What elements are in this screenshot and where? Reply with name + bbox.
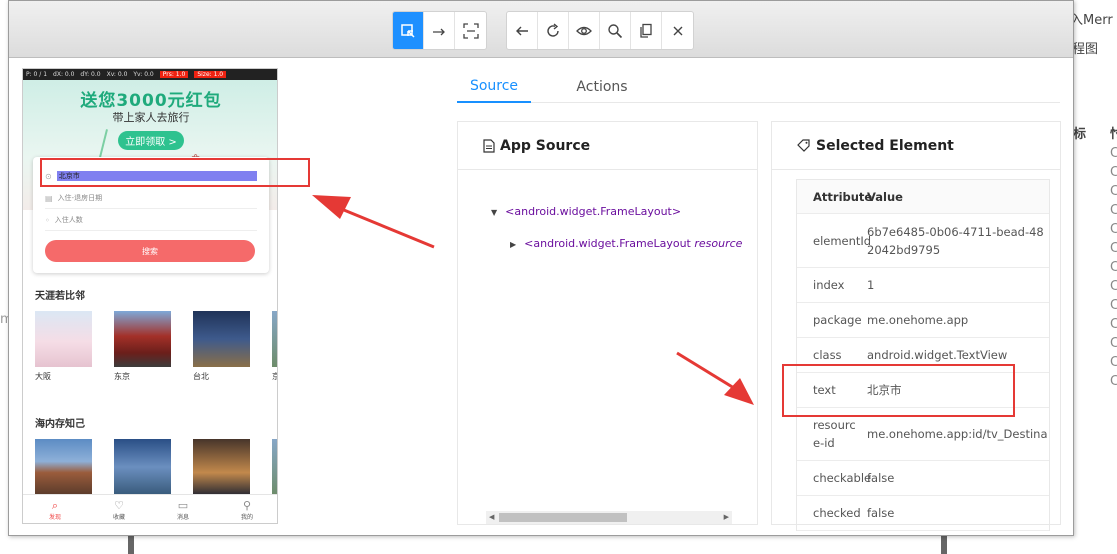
- background-list-marker: C: [1110, 298, 1117, 313]
- background-column-header-2: 忖: [1110, 127, 1117, 142]
- background-list-marker: C: [1110, 260, 1117, 275]
- background-list-marker: C: [1110, 336, 1117, 351]
- background-list-marker: C: [1110, 146, 1117, 161]
- background-text-2: 程图: [1072, 42, 1099, 57]
- background-list-marker: C: [1110, 355, 1117, 370]
- background-column-header-1: 标: [1073, 127, 1087, 142]
- annotation-arrows: [312, 195, 754, 405]
- background-scrollbar-left: [128, 536, 134, 554]
- background-list-marker: C: [1110, 317, 1117, 332]
- arrow-to-phone-field: [312, 195, 435, 249]
- background-list-marker: C: [1110, 165, 1117, 180]
- background-list-marker: C: [1110, 203, 1117, 218]
- background-list-marker: C: [1110, 279, 1117, 294]
- background-list-marker: C: [1110, 184, 1117, 199]
- inspector-window: P: 0 / 1 dX: 0.0 dY: 0.0 Xv: 0.0 Yv: 0.0…: [8, 0, 1074, 536]
- background-text-1: 入Merr: [1070, 13, 1113, 28]
- background-list-marker: C: [1110, 241, 1117, 256]
- background-list-marker: C: [1110, 374, 1117, 389]
- background-scrollbar-right: [941, 536, 947, 554]
- background-list-marker: C: [1110, 222, 1117, 237]
- arrow-to-text-row: [676, 351, 754, 405]
